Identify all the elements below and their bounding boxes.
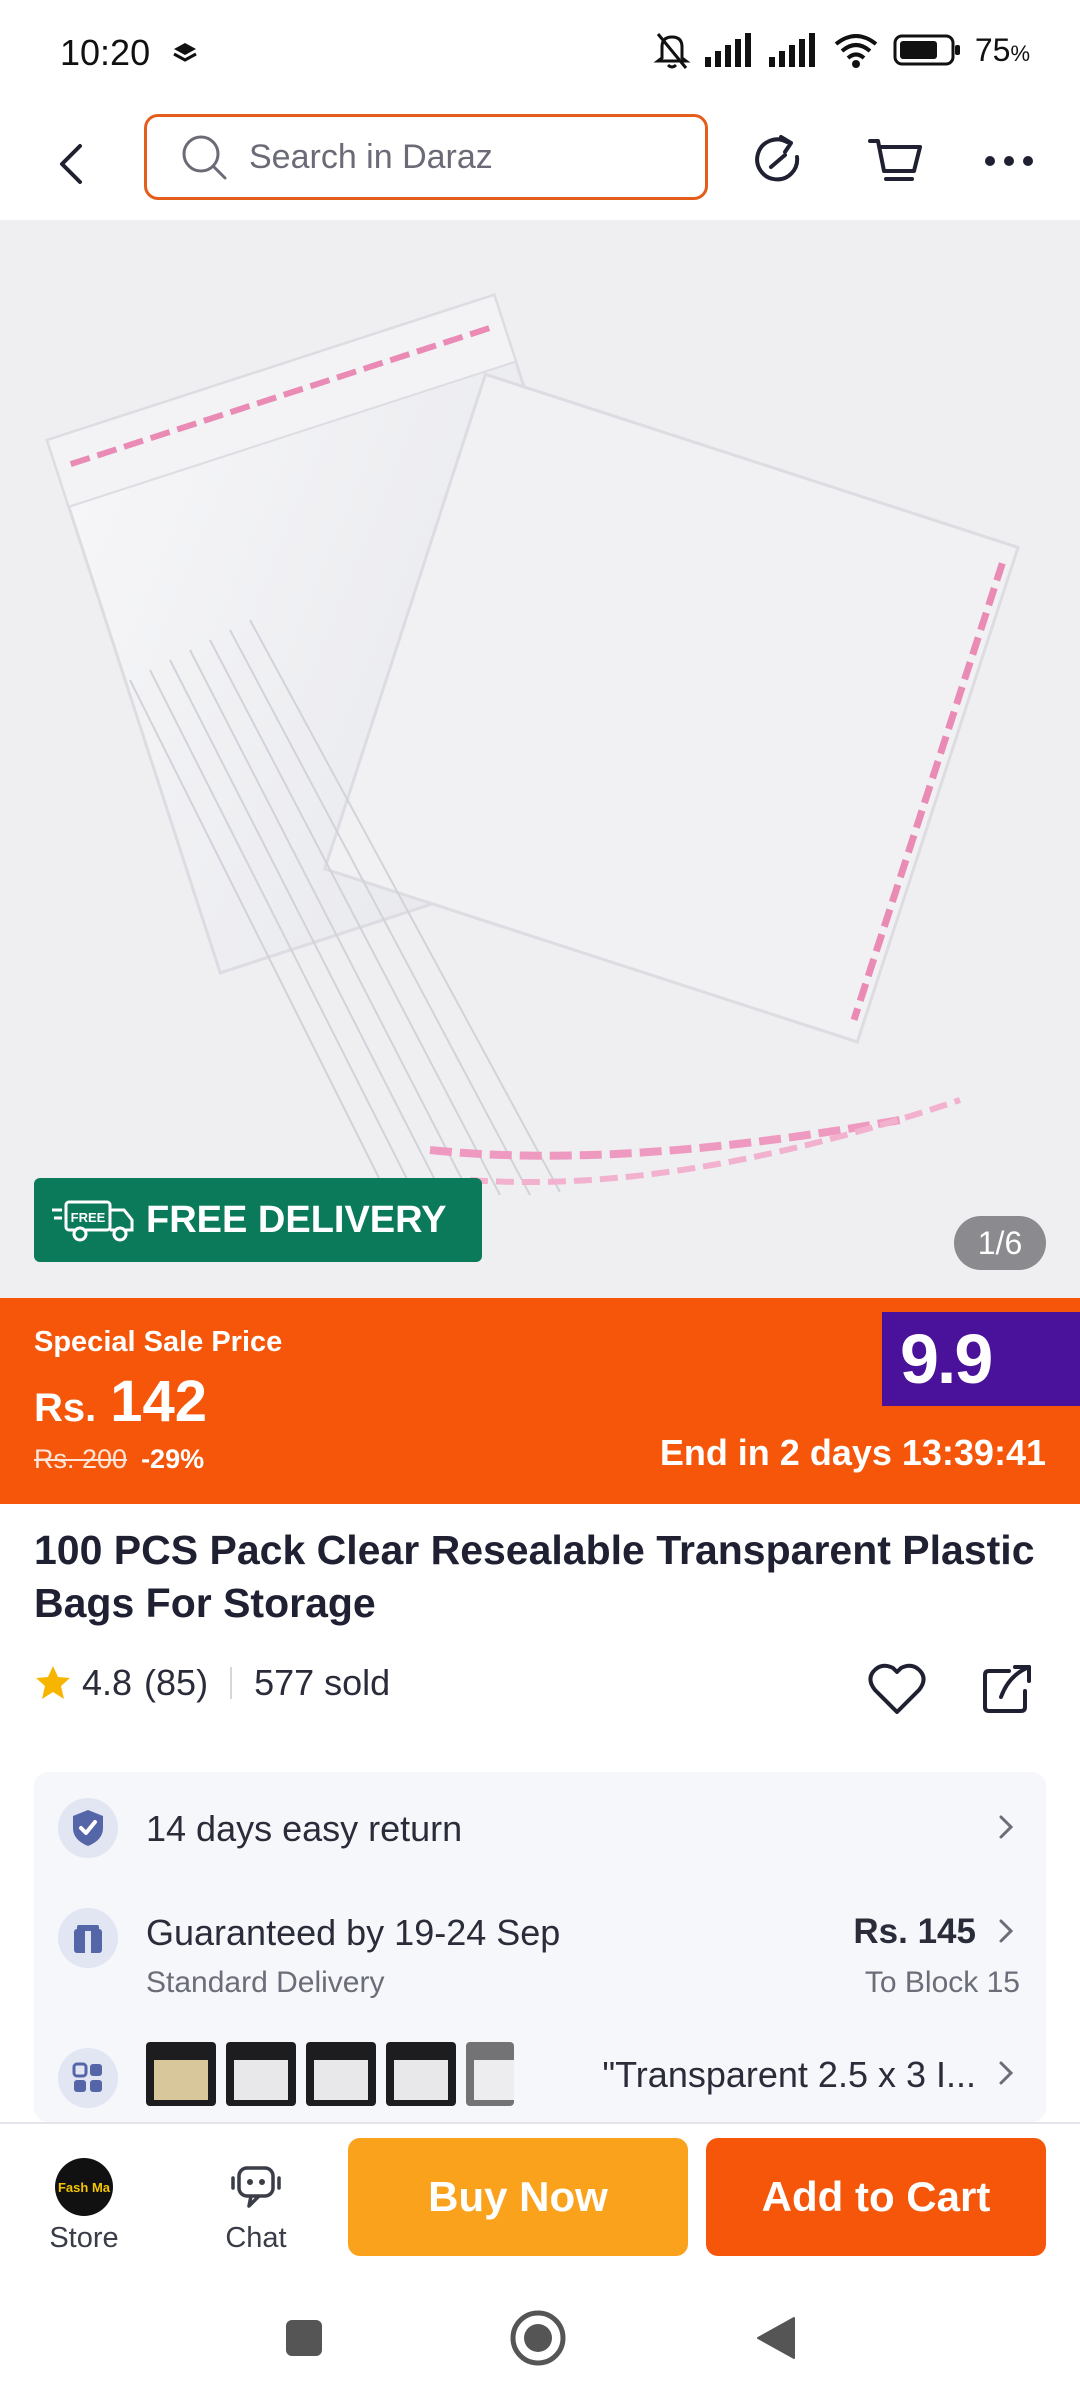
top-nav	[0, 108, 1080, 220]
delivery-row[interactable]: Guaranteed by 19-24 Sep Standard Deliver…	[34, 1882, 1046, 2002]
cart-icon	[868, 139, 922, 181]
sale-countdown: End in 2 days 13:39:41	[659, 1432, 1046, 1473]
return-policy-row[interactable]: 14 days easy return	[34, 1772, 1046, 1882]
more-button[interactable]	[976, 128, 1042, 194]
variant-thumbnail[interactable]	[306, 2042, 376, 2106]
layers-icon	[173, 43, 197, 62]
status-time: 10:20	[60, 32, 151, 73]
back-arrow-icon	[60, 144, 82, 184]
old-price: Rs. 200	[34, 1444, 128, 1474]
chevron-right-icon	[999, 1815, 1014, 1839]
bottom-action-bar: Fash Ma Store Chat Buy Now Add to Cart	[0, 2122, 1080, 2274]
variant-thumbnail[interactable]	[146, 2042, 216, 2106]
rating-row[interactable]: 4.8 (85) 577 sold	[34, 1662, 390, 1704]
sold-count: 577 sold	[254, 1662, 391, 1703]
image-counter: 1/6	[954, 1216, 1046, 1270]
store-avatar: Fash Ma	[55, 2158, 113, 2216]
system-navigation-bar	[0, 2274, 1080, 2400]
chat-label: Chat	[225, 2222, 287, 2254]
shield-check-icon	[58, 1798, 118, 1858]
delivery-type: Standard Delivery	[146, 1966, 385, 1999]
rating-value: 4.8	[82, 1662, 133, 1703]
variant-thumbnail[interactable]	[226, 2042, 296, 2106]
refresh-share-icon	[755, 135, 800, 182]
delivery-box-icon	[58, 1908, 118, 1968]
product-photo	[0, 220, 1080, 1298]
sale-price: Rs. 142	[34, 1368, 207, 1435]
discount-percent: -29%	[141, 1444, 205, 1474]
product-image-carousel[interactable]: FREE FREE DELIVERY 1/6	[0, 220, 1080, 1298]
signal-icon	[768, 33, 815, 67]
triangle-back-icon	[757, 2317, 795, 2359]
price-currency: Rs.	[34, 1386, 97, 1430]
search-bar[interactable]	[144, 114, 708, 200]
heart-icon	[868, 1663, 926, 1714]
square-icon	[286, 2320, 322, 2356]
price-original: Rs. 200 -29%	[34, 1444, 204, 1475]
star-icon	[36, 1666, 70, 1699]
product-title: 100 PCS Pack Clear Resealable Transparen…	[34, 1527, 1035, 1626]
battery-level: 75%	[974, 31, 1030, 68]
free-delivery-tag: FREE	[71, 1210, 106, 1225]
variant-thumbnail[interactable]	[386, 2042, 456, 2106]
status-icons: 75%	[653, 30, 1030, 70]
mute-bell-icon	[653, 33, 691, 69]
delivery-price: Rs. 145	[853, 1912, 976, 1951]
sale-banner: Special Sale Price Rs. 142 Rs. 200 -29% …	[0, 1298, 1080, 1504]
variant-row[interactable]: "Transparent 2.5 x 3 I...	[34, 2022, 1046, 2122]
sale-label: Special Sale Price	[34, 1326, 283, 1358]
wishlist-button[interactable]	[864, 1656, 930, 1722]
divider	[230, 1667, 233, 1699]
buy-now-button[interactable]: Buy Now	[348, 2138, 688, 2256]
store-label: Store	[49, 2222, 119, 2254]
back-system-button[interactable]	[746, 2308, 806, 2368]
home-button[interactable]	[508, 2308, 568, 2368]
service-info-card: 14 days easy return Guaranteed by 19-24 …	[34, 1772, 1046, 2122]
signal-icon	[704, 33, 751, 67]
return-text: 14 days easy return	[146, 1808, 463, 1849]
status-bar: 10:20 75%	[0, 0, 1080, 108]
variant-thumbnails[interactable]	[146, 2042, 514, 2106]
wifi-icon	[834, 34, 878, 68]
share-icon	[983, 1665, 1031, 1713]
share-button[interactable]	[974, 1656, 1040, 1722]
variant-text: "Transparent 2.5 x 3 I...	[602, 2054, 976, 2095]
delivery-truck-icon: FREE	[52, 1200, 134, 1242]
delivery-location: To Block 15	[864, 1966, 1020, 1999]
home-circle-icon	[510, 2310, 566, 2366]
add-to-cart-button[interactable]: Add to Cart	[706, 2138, 1046, 2256]
more-icon	[985, 156, 1033, 166]
free-delivery-badge: FREE FREE DELIVERY	[34, 1178, 482, 1262]
search-input[interactable]	[249, 137, 669, 177]
free-delivery-text: FREE DELIVERY	[146, 1198, 447, 1241]
share-refresh-button[interactable]	[746, 128, 812, 194]
variant-thumbnail[interactable]	[466, 2042, 514, 2106]
delivery-title: Guaranteed by 19-24 Sep	[146, 1912, 561, 1953]
recent-apps-button[interactable]	[274, 2308, 334, 2368]
search-icon	[182, 135, 227, 180]
review-count: (85)	[144, 1662, 209, 1703]
cart-button[interactable]	[862, 128, 928, 194]
battery-icon	[893, 34, 960, 66]
campaign-badge: 9.9	[882, 1312, 1080, 1406]
chevron-right-icon	[999, 1919, 1014, 1943]
chevron-right-icon	[999, 2061, 1014, 2085]
grid-icon	[58, 2048, 118, 2108]
chat-bot-icon	[231, 2166, 281, 2208]
store-button[interactable]: Fash Ma Store	[24, 2158, 144, 2255]
back-button[interactable]	[48, 132, 94, 196]
price-amount: 142	[110, 1369, 208, 1434]
chat-button[interactable]: Chat	[196, 2158, 316, 2255]
